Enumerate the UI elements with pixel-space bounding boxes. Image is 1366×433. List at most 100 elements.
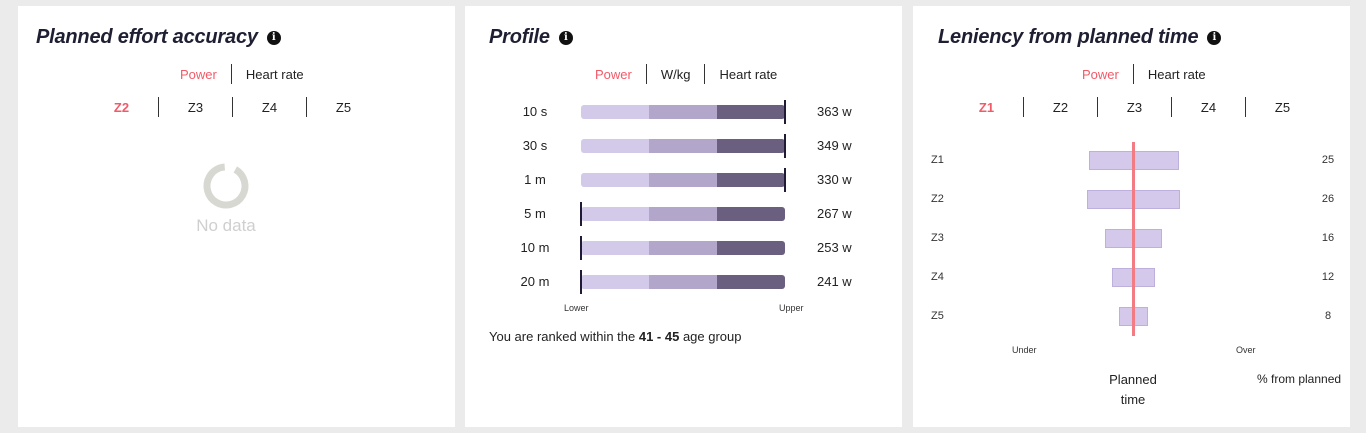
power-value: 241 w [817,274,852,289]
power-value: 267 w [817,206,852,221]
info-icon[interactable]: i [558,30,573,45]
percentile-band-1 [581,173,649,187]
profile-row: 30 s 349 w [465,134,902,158]
axis-upper-label: Upper [779,303,804,313]
axis-under-label: Under [1012,345,1037,355]
zone-tab-z5[interactable]: Z5 [307,100,380,115]
percentile-marker [784,168,786,192]
info-icon[interactable]: i [1207,30,1222,45]
leniency-value: 16 [1321,232,1335,244]
card-title: Leniency from planned time i [938,26,1222,49]
rank-prefix: You are ranked within the [489,329,639,344]
profile-card: Profile i Power W/kg Heart rate 10 s 363 … [465,6,902,427]
metric-option-heart-rate[interactable]: Heart rate [232,67,318,82]
power-value: 330 w [817,172,852,187]
metric-toggle: Power Heart rate [1068,64,1220,84]
percentile-bar [581,241,785,255]
profile-row: 1 m 330 w [465,168,902,192]
planned-effort-accuracy-card: Planned effort accuracy i Power Heart ra… [18,6,455,427]
metric-option-wkg[interactable]: W/kg [647,67,705,82]
profile-row: 10 m 253 w [465,236,902,260]
card-title-text: Leniency from planned time [938,26,1199,48]
info-icon[interactable]: i [266,30,281,45]
zone-tabs: Z1 Z2 Z3 Z4 Z5 [950,97,1319,117]
zone-tab-z1[interactable]: Z1 [950,100,1023,115]
duration-label: 1 m [524,172,546,187]
duration-label: 5 m [524,206,546,221]
zone-tabs: Z2 Z3 Z4 Z5 [85,97,380,117]
axis-over-label: Over [1236,345,1256,355]
axis-lower-label: Lower [564,303,589,313]
duration-label: 30 s [522,138,548,153]
metric-option-heart-rate[interactable]: Heart rate [705,67,791,82]
zone-label: Z4 [931,271,944,283]
duration-label: 20 m [520,274,550,289]
zone-label: Z1 [931,154,944,166]
percentile-band-3 [717,173,785,187]
planned-time-label: Planned time [1103,370,1163,410]
power-value: 253 w [817,240,852,255]
percentile-bar [581,173,785,187]
zone-label: Z3 [931,232,944,244]
planned-label-line1: Planned [1109,372,1157,387]
percentile-bar [581,275,785,289]
percentile-band-3 [717,241,785,255]
metric-toggle: Power Heart rate [166,64,318,84]
percentile-bar [581,207,785,221]
percent-from-planned-label: % from planned [1257,372,1342,386]
zone-tab-z4[interactable]: Z4 [233,100,306,115]
power-value: 363 w [817,104,852,119]
zone-tab-z2[interactable]: Z2 [1024,100,1097,115]
zone-tab-z2[interactable]: Z2 [85,100,158,115]
zone-tab-z5[interactable]: Z5 [1246,100,1319,115]
percentile-band-3 [717,105,785,119]
rank-age-group: 41 - 45 [638,329,680,344]
power-value: 349 w [817,138,852,153]
card-title: Profile i [489,26,573,49]
card-title: Planned effort accuracy i [36,26,281,49]
percentile-marker [580,270,582,294]
duration-label: 10 s [522,104,548,119]
percentile-band-3 [717,207,785,221]
percentile-band-3 [717,139,785,153]
percentile-band-2 [649,105,717,119]
percentile-marker [784,134,786,158]
card-title-text: Planned effort accuracy [36,26,258,48]
card-title-text: Profile [489,26,550,48]
leniency-value: 12 [1321,271,1335,283]
no-data-text: No data [196,216,256,235]
percentile-band-2 [649,275,717,289]
duration-label: 10 m [520,240,550,255]
metric-option-power[interactable]: Power [1068,67,1133,82]
zone-tab-z4[interactable]: Z4 [1172,100,1245,115]
profile-row: 20 m 241 w [465,270,902,294]
zone-label: Z2 [931,193,944,205]
percentile-band-2 [649,173,717,187]
percentile-marker [784,100,786,124]
percentile-marker [580,236,582,260]
planned-time-line [1132,142,1135,336]
percentile-marker [580,202,582,226]
metric-option-power[interactable]: Power [166,67,231,82]
metric-option-heart-rate[interactable]: Heart rate [1134,67,1220,82]
percentile-band-1 [581,241,649,255]
profile-row: 5 m 267 w [465,202,902,226]
percentile-band-2 [649,139,717,153]
percentile-band-1 [581,139,649,153]
percentile-band-3 [717,275,785,289]
leniency-card: Leniency from planned time i Power Heart… [913,6,1350,427]
zone-tab-z3[interactable]: Z3 [159,100,232,115]
zone-label: Z5 [931,310,944,322]
percentile-bar [581,105,785,119]
percentile-band-2 [649,241,717,255]
metric-option-power[interactable]: Power [581,67,646,82]
percentile-band-1 [581,105,649,119]
rank-suffix: age group [679,329,742,344]
rank-text: You are ranked within the 41 - 45 age gr… [489,329,742,344]
zone-tab-z3[interactable]: Z3 [1098,100,1171,115]
planned-label-line2: time [1120,392,1146,407]
percentile-bar [581,139,785,153]
leniency-value: 8 [1324,310,1332,322]
leniency-value: 25 [1321,154,1335,166]
percentile-band-1 [581,207,649,221]
